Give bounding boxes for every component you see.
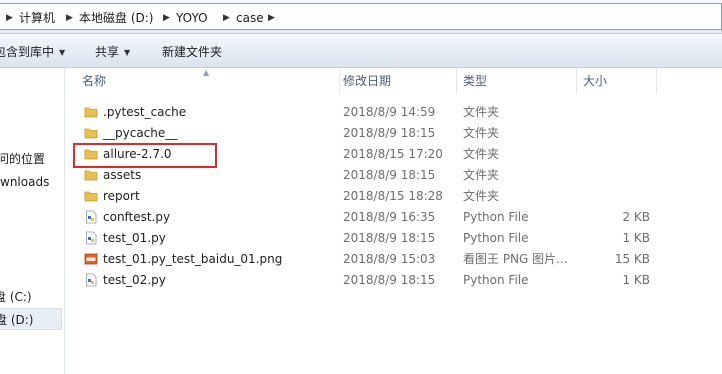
file-type: 文件夹 — [463, 126, 500, 140]
file-type: 文件夹 — [463, 168, 500, 182]
file-date: 2018/8/15 17:20 — [343, 147, 443, 161]
breadcrumb-case[interactable]: case — [236, 10, 264, 26]
file-size — [580, 165, 650, 186]
file-size — [580, 144, 650, 165]
file-size — [580, 186, 650, 207]
breadcrumb-computer[interactable]: 计算机 — [19, 10, 55, 26]
folder-icon — [84, 107, 98, 118]
nav-item-drive-d[interactable]: 盘 (D:) — [0, 308, 62, 330]
include-in-library-label: 包含到库中 — [0, 45, 55, 59]
file-size: 1 KB — [622, 231, 650, 245]
navigation-pane: 问的位置 wnloads 盘 (C:) 盘 (D:) — [0, 68, 65, 374]
chevron-down-icon: ▼ — [124, 48, 131, 57]
file-size: 15 KB — [614, 252, 650, 266]
breadcrumb-chevron-icon[interactable]: ▶ — [6, 10, 13, 26]
folder-icon — [84, 170, 98, 181]
file-type: Python File — [463, 273, 529, 287]
file-name: .pytest_cache — [103, 105, 187, 119]
breadcrumb-chevron-icon[interactable]: ▶ — [163, 10, 170, 26]
breadcrumb-yoyo[interactable]: YOYO — [176, 10, 208, 26]
nav-item-downloads[interactable]: wnloads — [0, 171, 64, 193]
address-bar: ▶ 计算机 ▶ 本地磁盘 (D:) ▶ YOYO ▶ case ▶ — [0, 0, 722, 34]
column-name-label: 名称 — [82, 74, 107, 88]
column-type[interactable]: 类型 — [457, 68, 577, 94]
column-header: 名称 修改日期 类型 大小 — [66, 68, 722, 94]
file-name: report — [103, 189, 140, 203]
file-row[interactable]: test_01.py 2018/8/9 18:15 Python File 1 … — [80, 228, 660, 249]
file-name: conftest.py — [103, 210, 171, 224]
file-date: 2018/8/9 15:03 — [343, 252, 436, 266]
new-folder-button[interactable]: 新建文件夹 — [162, 43, 222, 61]
breadcrumb-chevron-icon[interactable]: ▶ — [66, 10, 73, 26]
file-row[interactable]: test_01.py_test_baidu_01.png 2018/8/9 15… — [80, 249, 660, 270]
file-date: 2018/8/9 14:59 — [343, 105, 436, 119]
column-size[interactable]: 大小 — [577, 68, 657, 94]
file-date: 2018/8/9 16:35 — [343, 210, 436, 224]
file-name: test_02.py — [103, 273, 166, 287]
file-size — [580, 102, 650, 123]
new-folder-label: 新建文件夹 — [162, 45, 223, 59]
breadcrumb-chevron-icon[interactable]: ▶ — [223, 10, 230, 26]
file-row[interactable]: test_02.py 2018/8/9 18:15 Python File 1 … — [80, 270, 660, 291]
chevron-down-icon: ▼ — [59, 48, 66, 57]
nav-item-label: 盘 (D:) — [0, 313, 34, 327]
file-type: 看图王 PNG 图片... — [463, 252, 568, 266]
file-row[interactable]: report 2018/8/15 18:28 文件夹 — [80, 186, 660, 207]
file-name: test_01.py_test_baidu_01.png — [103, 252, 283, 266]
breadcrumb-drive-d[interactable]: 本地磁盘 (D:) — [79, 10, 153, 26]
breadcrumb-chevron-icon[interactable]: ▶ — [268, 10, 275, 26]
folder-icon — [84, 128, 98, 139]
sort-ascending-icon: ▲ — [203, 68, 210, 77]
file-row[interactable]: __pycache__ 2018/8/9 18:15 文件夹 — [80, 123, 660, 144]
file-type: 文件夹 — [463, 189, 500, 203]
file-name: assets — [103, 168, 142, 182]
command-bar: 包含到库中 ▼ 共享 ▼ 新建文件夹 — [0, 34, 722, 68]
file-date: 2018/8/9 18:15 — [343, 168, 436, 182]
highlight-box — [73, 143, 217, 168]
share-label: 共享 — [95, 45, 120, 59]
python-file-icon — [86, 273, 97, 287]
file-size: 2 KB — [622, 210, 650, 224]
column-modified[interactable]: 修改日期 — [337, 68, 457, 94]
file-type: Python File — [463, 231, 529, 245]
column-type-label: 类型 — [463, 74, 488, 88]
file-name: __pycache__ — [103, 126, 178, 140]
file-row[interactable]: .pytest_cache 2018/8/9 14:59 文件夹 — [80, 102, 660, 123]
file-size — [580, 123, 650, 144]
png-file-icon — [84, 253, 98, 265]
python-file-icon — [86, 231, 97, 245]
include-in-library-button[interactable]: 包含到库中 ▼ — [0, 43, 65, 61]
nav-item-drive-c[interactable]: 盘 (C:) — [0, 286, 58, 308]
file-type: Python File — [463, 210, 529, 224]
nav-item-label: 问的位置 — [0, 152, 46, 166]
file-date: 2018/8/9 18:15 — [343, 273, 436, 287]
nav-item-label: wnloads — [0, 175, 50, 189]
folder-icon — [84, 191, 98, 202]
python-file-icon — [86, 210, 97, 224]
file-row[interactable]: conftest.py 2018/8/9 16:35 Python File 2… — [80, 207, 660, 228]
file-date: 2018/8/9 18:15 — [343, 231, 436, 245]
column-modified-label: 修改日期 — [343, 74, 392, 88]
nav-item-recent-places[interactable]: 问的位置 — [0, 148, 61, 170]
nav-item-label: 盘 (C:) — [0, 290, 32, 304]
column-size-label: 大小 — [583, 74, 608, 88]
file-size: 1 KB — [622, 273, 650, 287]
share-button[interactable]: 共享 ▼ — [95, 43, 130, 61]
file-date: 2018/8/15 18:28 — [343, 189, 443, 203]
file-type: 文件夹 — [463, 105, 500, 119]
file-date: 2018/8/9 18:15 — [343, 126, 436, 140]
file-row[interactable]: assets 2018/8/9 18:15 文件夹 — [80, 165, 660, 186]
file-name: test_01.py — [103, 231, 166, 245]
file-type: 文件夹 — [463, 147, 500, 161]
breadcrumb[interactable]: ▶ 计算机 ▶ 本地磁盘 (D:) ▶ YOYO ▶ case ▶ — [0, 3, 722, 30]
